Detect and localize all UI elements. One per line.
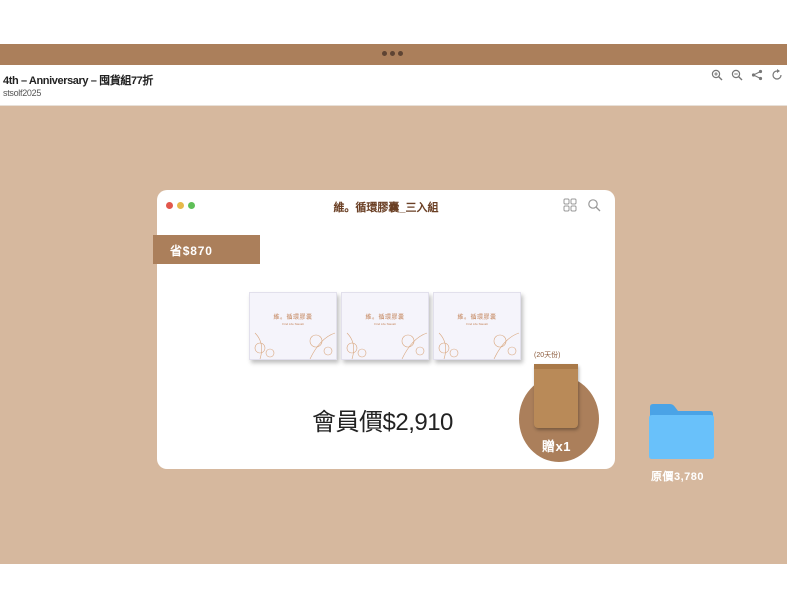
slide-canvas: 維。循環膠囊_三入組 省$870 維。循環膠囊 Find Life Staval…	[0, 106, 787, 564]
toolbar	[711, 69, 783, 81]
savings-badge: 省$870	[153, 235, 260, 264]
page-header: 4th – Anniversary – 囤貨組77折 stsolf2025	[0, 65, 787, 106]
folder-icon[interactable]	[648, 403, 715, 460]
gift-days-label: (20天份)	[534, 352, 561, 359]
search-icon[interactable]	[587, 198, 601, 212]
more-dots-icon[interactable]	[382, 51, 403, 56]
box-subtitle: Find Life Stavalt	[374, 322, 396, 326]
page-title: 4th – Anniversary – 囤貨組77折	[3, 75, 153, 87]
window-title: 維。循環膠囊_三入組	[333, 202, 439, 214]
window-icons	[563, 198, 601, 212]
box-name: 維。循環膠囊	[457, 315, 497, 321]
zoom-out-icon[interactable]	[731, 69, 743, 81]
product-box: 維。循環膠囊 Find Life Stavalt	[433, 292, 521, 360]
box-subtitle: Find Life Stavalt	[282, 322, 304, 326]
refresh-icon[interactable]	[771, 69, 783, 81]
product-box: 維。循環膠囊 Find Life Stavalt	[249, 292, 337, 360]
page-subtitle: stsolf2025	[3, 88, 42, 98]
gift-pouch-image	[534, 364, 578, 428]
share-icon[interactable]	[751, 69, 763, 81]
top-drag-bar[interactable]	[0, 44, 787, 65]
zoom-in-icon[interactable]	[711, 69, 723, 81]
folder-label: 原價3,780	[651, 471, 705, 483]
grid-icon[interactable]	[563, 198, 577, 212]
member-price: 會員價$2,910	[312, 409, 453, 436]
product-window: 維。循環膠囊_三入組 省$870 維。循環膠囊 Find Life Staval…	[153, 190, 615, 469]
box-subtitle: Find Life Stavalt	[466, 322, 488, 326]
box-name: 維。循環膠囊	[273, 315, 313, 321]
product-boxes: 維。循環膠囊 Find Life Stavalt 維。循環膠囊 Find Lif…	[249, 292, 521, 360]
gift-label: 贈x1	[542, 439, 571, 454]
product-box: 維。循環膠囊 Find Life Stavalt	[341, 292, 429, 360]
box-name: 維。循環膠囊	[365, 315, 405, 321]
